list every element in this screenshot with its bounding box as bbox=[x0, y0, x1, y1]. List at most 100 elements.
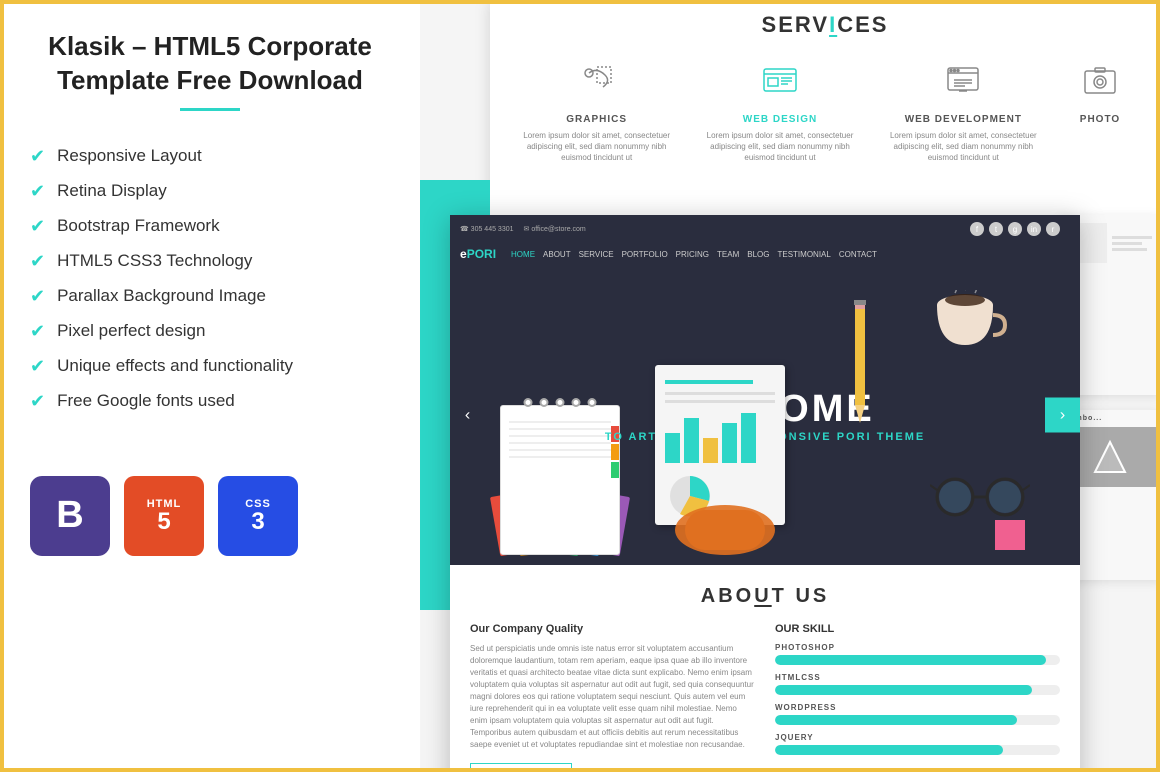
check-icon: ✔ bbox=[30, 181, 45, 202]
nav-portfolio[interactable]: PORTFOLIO bbox=[622, 250, 668, 259]
about-columns: Our Company Quality Sed ut perspiciatis … bbox=[470, 623, 1060, 772]
browser-nav: ☎ 305 445 3301 ✉ office@store.com f t g … bbox=[450, 215, 1080, 243]
about-right-col: OUR SKILL PHOTOSHOP HTMLCSS bbox=[775, 623, 1060, 772]
skill-bars: PHOTOSHOP HTMLCSS WORDPRES bbox=[775, 643, 1060, 755]
service-label-webdesign: WEB DESIGN bbox=[698, 114, 861, 125]
check-icon: ✔ bbox=[30, 391, 45, 412]
site-logo: ePORI bbox=[460, 247, 496, 261]
social-strip: f t g in r bbox=[960, 220, 1070, 238]
nav-contact[interactable]: CONTACT bbox=[839, 250, 877, 259]
notebook-spirals bbox=[524, 398, 597, 407]
nav-team[interactable]: TEAM bbox=[717, 250, 739, 259]
title-underline bbox=[180, 108, 240, 111]
service-desc-webdesign: Lorem ipsum dolor sit amet, consectetuer… bbox=[698, 130, 861, 164]
css3-badge: CSS 3 bbox=[218, 476, 298, 556]
services-mockup: SERVICES GRAPHICS Lorem ipsum dolor sit … bbox=[490, 0, 1160, 230]
phone-number: ☎ 305 445 3301 bbox=[460, 225, 514, 233]
badges-row: B HTML 5 CSS 3 bbox=[0, 446, 420, 586]
list-item: ✔ Parallax Background Image bbox=[30, 286, 390, 307]
browser-mockup: ☎ 305 445 3301 ✉ office@store.com f t g … bbox=[450, 215, 1080, 772]
list-item: ✔ Responsive Layout bbox=[30, 146, 390, 167]
skill-bar-fill bbox=[775, 655, 1046, 665]
graphics-icon bbox=[515, 56, 678, 106]
check-icon: ✔ bbox=[30, 216, 45, 237]
check-icon: ✔ bbox=[30, 286, 45, 307]
service-item-webdev: WEB DEVELOPMENT Lorem ipsum dolor sit am… bbox=[877, 46, 1050, 174]
skill-row-wordpress: WORDPRESS bbox=[775, 703, 1060, 725]
list-item: ✔ Retina Display bbox=[30, 181, 390, 202]
skill-bar-fill bbox=[775, 745, 1003, 755]
skill-row-jquery: JQUERY bbox=[775, 733, 1060, 755]
hero-section: ‹ bbox=[450, 265, 1080, 565]
pencil-illustration bbox=[850, 295, 870, 430]
company-quality-text: Sed ut perspiciatis unde omnis iste natu… bbox=[470, 643, 755, 751]
list-item: ✔ Unique effects and functionality bbox=[30, 356, 390, 377]
services-title: SERVICES bbox=[490, 0, 1160, 46]
skill-label: HTMLCSS bbox=[775, 673, 1060, 682]
nav-home[interactable]: HOME bbox=[511, 250, 535, 259]
left-panel-title: Klasik – HTML5 Corporate Template Free D… bbox=[0, 0, 420, 126]
webdev-icon bbox=[882, 56, 1045, 106]
left-panel: Klasik – HTML5 Corporate Template Free D… bbox=[0, 0, 420, 772]
notebook-lines bbox=[501, 406, 619, 471]
service-item-graphics: GRAPHICS Lorem ipsum dolor sit amet, con… bbox=[510, 46, 683, 174]
linkedin-icon: in bbox=[1027, 222, 1041, 236]
right-area: SERVICES GRAPHICS Lorem ipsum dolor sit … bbox=[400, 0, 1160, 772]
email-address: ✉ office@store.com bbox=[524, 225, 586, 233]
skill-label: JQUERY bbox=[775, 733, 1060, 742]
company-quality-title: Our Company Quality bbox=[470, 623, 755, 635]
service-label-webdev: WEB DEVELOPMENT bbox=[882, 114, 1045, 125]
skill-bar-bg bbox=[775, 715, 1060, 725]
skill-bar-bg bbox=[775, 745, 1060, 755]
slider-next-button[interactable]: › bbox=[1045, 398, 1080, 433]
skill-bar-fill bbox=[775, 715, 1017, 725]
service-desc-webdev: Lorem ipsum dolor sit amet, consectetuer… bbox=[882, 130, 1045, 164]
rss-icon: r bbox=[1046, 222, 1060, 236]
skill-bar-bg bbox=[775, 685, 1060, 695]
skill-label: WORDPRESS bbox=[775, 703, 1060, 712]
nav-testimonial[interactable]: TESTIMONIAL bbox=[777, 250, 830, 259]
check-icon: ✔ bbox=[30, 251, 45, 272]
page-title: Klasik – HTML5 Corporate Template Free D… bbox=[30, 30, 390, 98]
about-left-col: Our Company Quality Sed ut perspiciatis … bbox=[470, 623, 755, 772]
service-item-photo: PHOTO bbox=[1060, 46, 1140, 174]
nav-about[interactable]: ABOUT bbox=[543, 250, 571, 259]
services-grid: GRAPHICS Lorem ipsum dolor sit amet, con… bbox=[490, 46, 1160, 174]
nav-service[interactable]: SERVICE bbox=[579, 250, 614, 259]
check-icon: ✔ bbox=[30, 146, 45, 167]
glasses-illustration bbox=[930, 475, 1030, 525]
nav-blog[interactable]: BLOG bbox=[747, 250, 769, 259]
list-item: ✔ Bootstrap Framework bbox=[30, 216, 390, 237]
html5-badge: HTML 5 bbox=[124, 476, 204, 556]
about-section: ABOUT US Our Company Quality Sed ut pers… bbox=[450, 565, 1080, 772]
google-icon: g bbox=[1008, 222, 1022, 236]
service-label-graphics: GRAPHICS bbox=[515, 114, 678, 125]
skill-row-photoshop: PHOTOSHOP bbox=[775, 643, 1060, 665]
skill-row-htmlcss: HTMLCSS bbox=[775, 673, 1060, 695]
twitter-icon: t bbox=[989, 222, 1003, 236]
skill-bar-bg bbox=[775, 655, 1060, 665]
photo-icon bbox=[1065, 56, 1135, 106]
webdesign-icon bbox=[698, 56, 861, 106]
hand-illustration bbox=[665, 480, 785, 565]
about-title: ABOUT US bbox=[470, 585, 1060, 608]
check-icon: ✔ bbox=[30, 321, 45, 342]
service-item-webdesign: WEB DESIGN Lorem ipsum dolor sit amet, c… bbox=[693, 46, 866, 174]
list-item: ✔ Pixel perfect design bbox=[30, 321, 390, 342]
slider-prev-button[interactable]: ‹ bbox=[450, 398, 485, 433]
get-in-touch-button[interactable]: GET IN TOUCH bbox=[470, 763, 572, 772]
coffee-cup-illustration bbox=[930, 290, 1010, 365]
browser-logo-bar: ePORI HOME ABOUT SERVICE PORTFOLIO PRICI… bbox=[450, 243, 1080, 265]
service-label-photo: PHOTO bbox=[1065, 114, 1135, 125]
chart-illustration bbox=[635, 345, 835, 565]
list-item: ✔ HTML5 CSS3 Technology bbox=[30, 251, 390, 272]
nav-pricing[interactable]: PRICING bbox=[676, 250, 709, 259]
nav-links: HOME ABOUT SERVICE PORTFOLIO PRICING TEA… bbox=[511, 250, 877, 259]
list-item: ✔ Free Google fonts used bbox=[30, 391, 390, 412]
service-desc-graphics: Lorem ipsum dolor sit amet, consectetuer… bbox=[515, 130, 678, 164]
features-list: ✔ Responsive Layout ✔ Retina Display ✔ B… bbox=[0, 126, 420, 446]
bootstrap-badge: B bbox=[30, 476, 110, 556]
skill-label: PHOTOSHOP bbox=[775, 643, 1060, 652]
check-icon: ✔ bbox=[30, 356, 45, 377]
mini-bar-chart bbox=[665, 413, 775, 463]
